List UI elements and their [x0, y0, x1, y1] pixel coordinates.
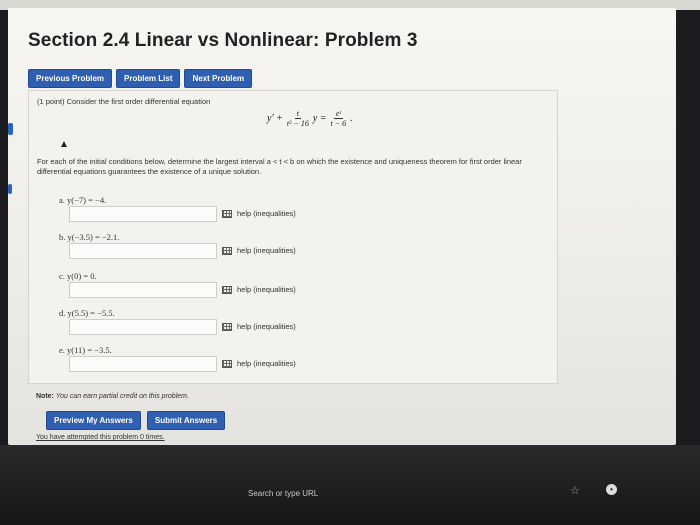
- star-icon[interactable]: ☆: [570, 484, 580, 497]
- eq-frac1-denominator: t² − 16: [286, 119, 309, 128]
- eq-end: .: [350, 113, 353, 124]
- part-e-help-link[interactable]: help (inequalities): [237, 359, 296, 368]
- submit-row: Preview My Answers Submit Answers: [46, 411, 226, 430]
- eq-frac2-denominator: t − 6: [330, 119, 347, 128]
- eq-fraction-1: t t² − 16: [285, 109, 311, 128]
- next-problem-button[interactable]: Next Problem: [184, 69, 253, 88]
- part-a: a. y(−7) = −4. help (inequalities): [49, 195, 549, 229]
- part-b: b. y(−3.5) = −2.1. help (inequalities): [49, 232, 549, 266]
- eq-frac1-numerator: t: [294, 109, 301, 119]
- part-e: e. y(11) = −3.5. help (inequalities): [49, 345, 549, 379]
- problem-description: For each of the initial conditions below…: [37, 157, 522, 176]
- part-d-label: d. y(5.5) = −5.5.: [59, 308, 115, 318]
- eq-frac2-numerator: eᵗ: [333, 109, 343, 119]
- part-d: d. y(5.5) = −5.5. help (inequalities): [49, 308, 549, 342]
- grid-icon[interactable]: [222, 360, 232, 368]
- eq-lhs: y' +: [267, 113, 283, 124]
- problem-nav: Previous Problem Problem List Next Probl…: [28, 69, 253, 88]
- partial-credit-note: Note: You can earn partial credit on thi…: [36, 393, 189, 400]
- part-e-label: e. y(11) = −3.5.: [59, 345, 112, 355]
- part-a-help-link[interactable]: help (inequalities): [237, 209, 296, 218]
- left-edge-marker-2: [8, 184, 12, 194]
- part-b-label: b. y(−3.5) = −2.1.: [59, 232, 120, 242]
- differential-equation: y' + t t² − 16 y = eᵗ t − 6 .: [267, 109, 353, 128]
- note-label: Note:: [36, 393, 54, 400]
- previous-problem-button[interactable]: Previous Problem: [28, 69, 113, 88]
- attempts-text: You have attempted this problem 0 times.: [36, 434, 165, 441]
- preview-answers-button[interactable]: Preview My Answers: [46, 411, 141, 430]
- submit-answers-button[interactable]: Submit Answers: [146, 411, 226, 430]
- laptop-bezel: [0, 445, 700, 525]
- eq-mid: y =: [312, 113, 327, 124]
- part-b-input[interactable]: [69, 243, 217, 259]
- webwork-page: Section 2.4 Linear vs Nonlinear: Problem…: [8, 8, 676, 445]
- part-b-help-link[interactable]: help (inequalities): [237, 246, 296, 255]
- problem-list-button[interactable]: Problem List: [116, 69, 181, 88]
- part-c-help-link[interactable]: help (inequalities): [237, 285, 296, 294]
- eq-fraction-2: eᵗ t − 6: [329, 109, 349, 128]
- page-title: Section 2.4 Linear vs Nonlinear: Problem…: [28, 30, 418, 51]
- problem-intro: (1 point) Consider the first order diffe…: [37, 97, 211, 106]
- problem-body: (1 point) Consider the first order diffe…: [28, 90, 558, 384]
- part-c-label: c. y(0) = 0.: [59, 271, 97, 281]
- part-c: c. y(0) = 0. help (inequalities): [49, 271, 549, 305]
- extension-icon[interactable]: •: [606, 484, 617, 495]
- part-d-help-link[interactable]: help (inequalities): [237, 322, 296, 331]
- part-a-input[interactable]: [69, 206, 217, 222]
- note-text: You can earn partial credit on this prob…: [55, 393, 189, 400]
- address-bar-text[interactable]: Search or type URL: [248, 489, 318, 498]
- left-edge-marker: [8, 123, 13, 135]
- part-a-label: a. y(−7) = −4.: [59, 195, 107, 205]
- grid-icon[interactable]: [222, 210, 232, 218]
- part-c-input[interactable]: [69, 282, 217, 298]
- grid-icon[interactable]: [222, 247, 232, 255]
- part-e-input[interactable]: [69, 356, 217, 372]
- mouse-cursor-icon: [61, 141, 67, 147]
- grid-icon[interactable]: [222, 286, 232, 294]
- part-d-input[interactable]: [69, 319, 217, 335]
- grid-icon[interactable]: [222, 323, 232, 331]
